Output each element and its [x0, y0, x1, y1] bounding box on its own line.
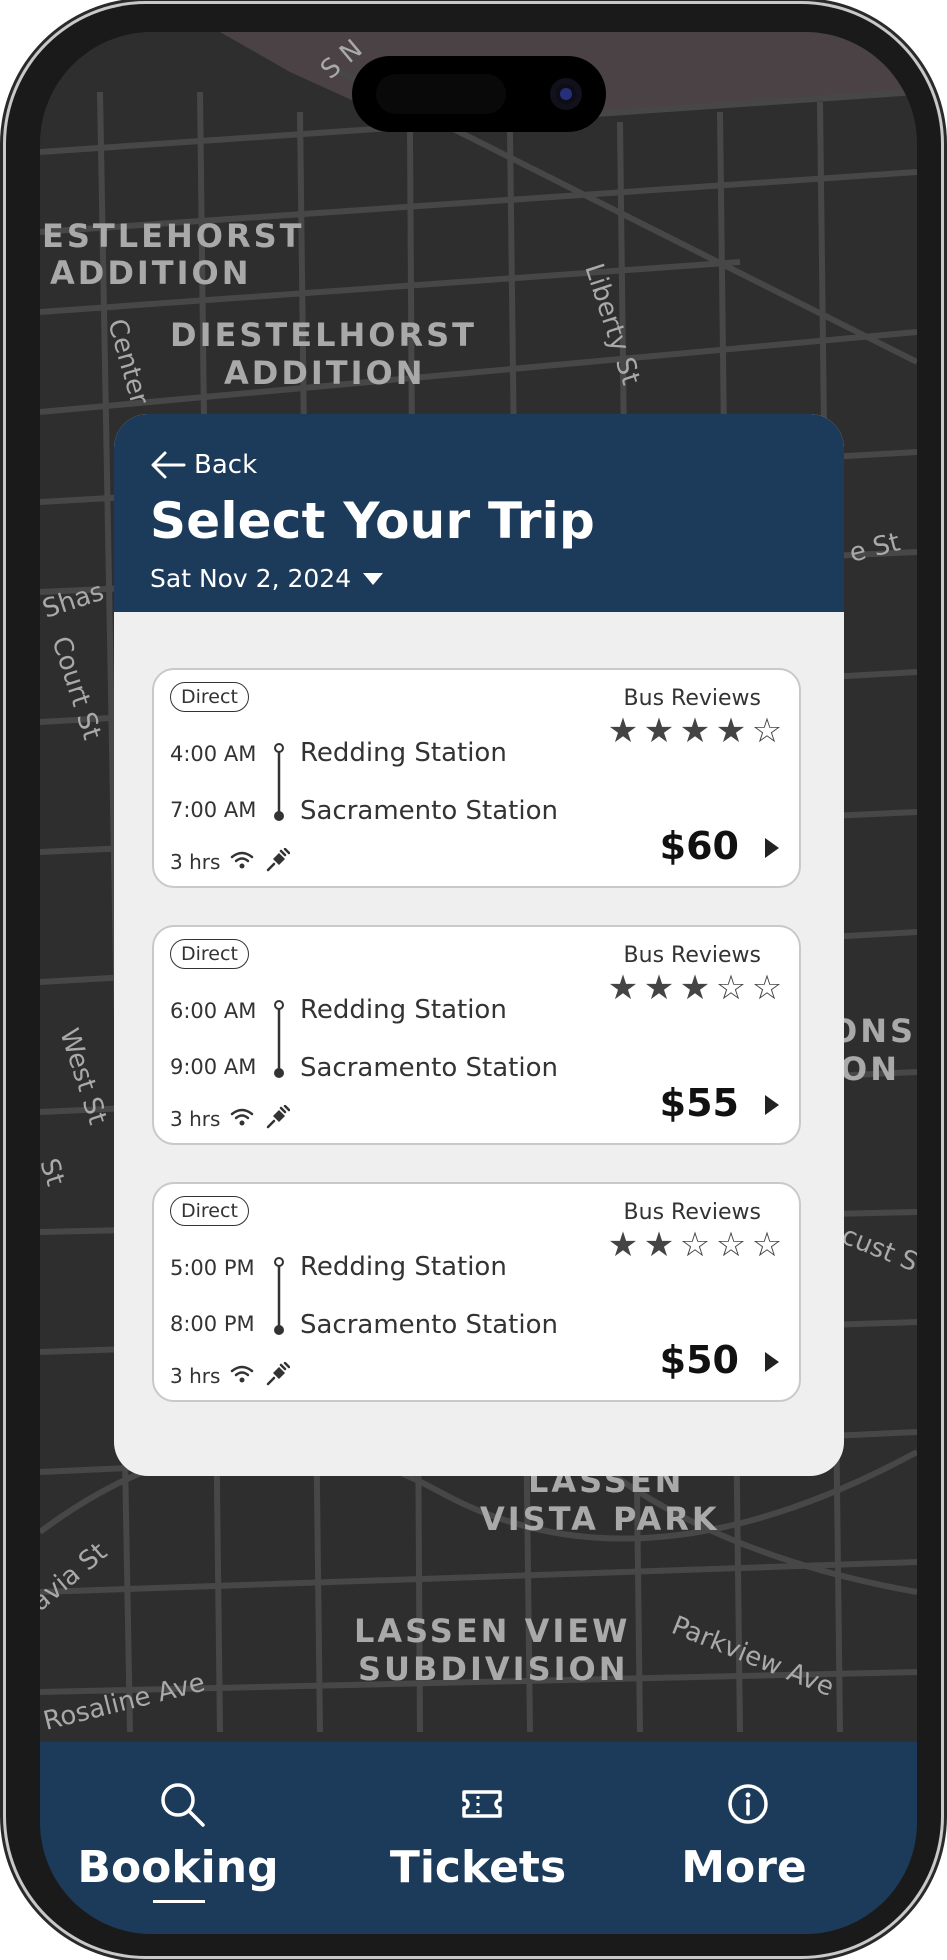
back-button[interactable]: Back: [150, 448, 257, 482]
direct-badge: Direct: [170, 939, 249, 969]
trip-duration: 3 hrs: [170, 1364, 221, 1388]
amenities: [230, 1105, 290, 1129]
rating-stars: ★ ★ ★ ★ ☆: [607, 714, 783, 748]
map-label: ADDITION: [224, 354, 426, 392]
destination-station: Sacramento Station: [300, 1310, 558, 1340]
direct-badge: Direct: [170, 682, 249, 712]
power-plug-icon: [266, 1362, 290, 1386]
route-line-icon: [274, 743, 284, 821]
route-line-icon: [274, 1000, 284, 1078]
card-header: Back Select Your Trip Sat Nov 2, 2024: [114, 414, 844, 612]
origin-station: Redding Station: [300, 1252, 507, 1282]
trip-duration: 3 hrs: [170, 1107, 221, 1131]
trip-duration: 3 hrs: [170, 850, 221, 874]
map-label: VISTA PARK: [480, 1500, 720, 1538]
star-filled-icon: ★: [679, 968, 711, 1008]
nav-tickets-label: Tickets: [389, 1842, 567, 1893]
date-label: Sat Nov 2, 2024: [150, 564, 352, 593]
phone-frame: ESTLEHORST ADDITION DIESTELHORST ADDITIO…: [6, 4, 941, 1956]
map-label: SUBDIVISION: [358, 1650, 629, 1688]
trip-card[interactable]: Direct 6:00 AM 9:00 AM Redding Station Sacra…: [152, 925, 801, 1145]
star-filled-icon: ★: [607, 968, 639, 1008]
arrive-time: 8:00 PM: [170, 1312, 255, 1336]
trip-card[interactable]: Direct 4:00 AM 7:00 AM Redding Station Sacra…: [152, 668, 801, 888]
page-title: Select Your Trip: [150, 492, 595, 550]
ticket-icon: [462, 1790, 502, 1818]
star-empty-icon: ☆: [751, 968, 783, 1008]
sensor: [376, 74, 506, 114]
power-plug-icon: [266, 848, 290, 872]
amenities: [230, 1362, 290, 1386]
active-tab-indicator: [153, 1900, 205, 1903]
bus-reviews-label: Bus Reviews: [623, 686, 761, 711]
star-filled-icon: ★: [607, 1225, 639, 1265]
map-label: DIESTELHORST: [170, 316, 477, 354]
star-filled-icon: ★: [679, 711, 711, 751]
trip-price: $50: [659, 1338, 739, 1382]
amenities: [230, 848, 290, 872]
play-arrow-icon: [765, 1352, 779, 1372]
star-filled-icon: ★: [715, 711, 747, 751]
trip-price: $60: [659, 824, 739, 868]
depart-time: 5:00 PM: [170, 1256, 255, 1280]
origin-station: Redding Station: [300, 738, 507, 768]
wifi-icon: [230, 1365, 254, 1383]
bus-reviews-label: Bus Reviews: [623, 1200, 761, 1225]
rating-stars: ★ ★ ★ ☆ ☆: [607, 971, 783, 1005]
power-plug-icon: [266, 1105, 290, 1129]
origin-station: Redding Station: [300, 995, 507, 1025]
wifi-icon: [230, 851, 254, 869]
nav-tickets[interactable]: Tickets: [348, 1742, 608, 1934]
star-filled-icon: ★: [607, 711, 639, 751]
star-empty-icon: ☆: [751, 1225, 783, 1265]
route-line-icon: [274, 1257, 284, 1335]
caret-down-icon: [363, 572, 384, 585]
star-filled-icon: ★: [643, 711, 675, 751]
depart-time: 6:00 AM: [170, 999, 257, 1023]
map-label: ADDITION: [50, 254, 252, 292]
bus-reviews-label: Bus Reviews: [623, 943, 761, 968]
map-label: ON: [840, 1050, 900, 1088]
arrive-time: 7:00 AM: [170, 798, 257, 822]
destination-station: Sacramento Station: [300, 1053, 558, 1083]
direct-badge: Direct: [170, 1196, 249, 1226]
star-filled-icon: ★: [643, 968, 675, 1008]
star-filled-icon: ★: [643, 1225, 675, 1265]
nav-more[interactable]: More: [614, 1742, 874, 1934]
star-empty-icon: ☆: [715, 1225, 747, 1265]
wifi-icon: [230, 1108, 254, 1126]
dynamic-island: [352, 56, 606, 132]
play-arrow-icon: [765, 1095, 779, 1115]
trip-selection-card: Back Select Your Trip Sat Nov 2, 2024 Di…: [114, 414, 844, 1476]
trip-card[interactable]: Direct 5:00 PM 8:00 PM Redding Station Sacra…: [152, 1182, 801, 1402]
arrive-time: 9:00 AM: [170, 1055, 257, 1079]
search-icon: [161, 1783, 205, 1827]
star-empty-icon: ☆: [751, 711, 783, 751]
date-selector[interactable]: Sat Nov 2, 2024: [150, 564, 384, 593]
back-label: Back: [194, 450, 258, 480]
rating-stars: ★ ★ ☆ ☆ ☆: [607, 1228, 783, 1262]
nav-booking-label: Booking: [77, 1842, 279, 1893]
depart-time: 4:00 AM: [170, 742, 257, 766]
destination-station: Sacramento Station: [300, 796, 558, 826]
star-empty-icon: ☆: [715, 968, 747, 1008]
screen: ESTLEHORST ADDITION DIESTELHORST ADDITIO…: [40, 32, 917, 1934]
bottom-nav: Booking Tickets More: [40, 1742, 917, 1934]
map-label: ESTLEHORST: [42, 217, 304, 255]
front-camera: [550, 78, 582, 110]
info-icon: [728, 1784, 768, 1824]
arrow-left-icon: [151, 451, 186, 479]
trip-price: $55: [659, 1081, 739, 1125]
map-label: LASSEN VIEW: [354, 1612, 630, 1650]
nav-booking[interactable]: Booking: [48, 1742, 308, 1934]
nav-more-label: More: [681, 1842, 807, 1893]
star-empty-icon: ☆: [679, 1225, 711, 1265]
play-arrow-icon: [765, 838, 779, 858]
